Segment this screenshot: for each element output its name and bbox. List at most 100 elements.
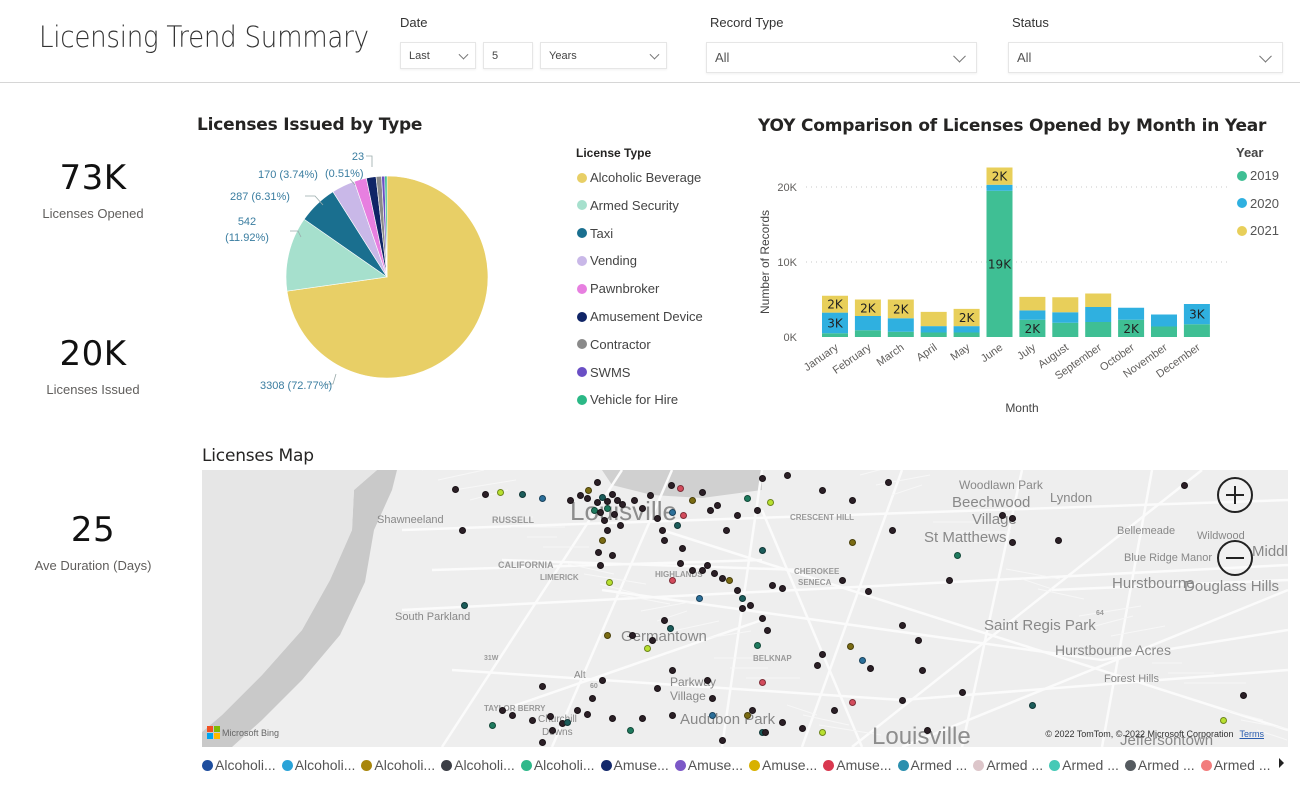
map-legend-item[interactable]: Amuse... <box>674 757 743 773</box>
map-point[interactable] <box>481 490 489 498</box>
legend-item-2021[interactable]: 2021 <box>1237 223 1279 238</box>
map-point[interactable] <box>646 491 654 499</box>
map-point[interactable] <box>658 526 666 534</box>
map-point[interactable] <box>998 511 1006 519</box>
map-point[interactable] <box>743 494 751 502</box>
legend-item-swms[interactable]: SWMS <box>577 365 630 380</box>
legend-item-pawnbroker[interactable]: Pawnbroker <box>577 281 659 296</box>
map-point[interactable] <box>918 666 926 674</box>
map-point[interactable] <box>588 694 596 702</box>
map-point[interactable] <box>451 485 459 493</box>
map-point[interactable] <box>884 478 892 486</box>
map-point[interactable] <box>594 548 602 556</box>
map-point[interactable] <box>753 506 761 514</box>
bar-may-2019[interactable] <box>953 332 980 338</box>
map-legend-item[interactable]: Armed ... <box>973 757 1043 773</box>
legend-item-armed-security[interactable]: Armed Security <box>577 198 679 213</box>
map-point[interactable] <box>608 490 616 498</box>
map-point[interactable] <box>1054 536 1062 544</box>
map-point[interactable] <box>722 526 730 534</box>
map-point[interactable] <box>660 536 668 544</box>
map-point[interactable] <box>703 561 711 569</box>
map-point[interactable] <box>638 504 646 512</box>
map-point[interactable] <box>945 576 953 584</box>
legend-item-taxi[interactable]: Taxi <box>577 226 613 241</box>
map-point[interactable] <box>725 576 733 584</box>
map-legend-item[interactable]: Armed ... <box>1200 757 1271 773</box>
map-point[interactable] <box>1008 514 1016 522</box>
bar-june-2020[interactable] <box>986 184 1013 191</box>
map-point[interactable] <box>538 494 546 502</box>
map-point[interactable] <box>676 484 684 492</box>
map-point[interactable] <box>598 536 606 544</box>
legend-item-amusement-device[interactable]: Amusement Device <box>577 309 703 324</box>
map-point[interactable] <box>496 488 504 496</box>
map-point[interactable] <box>733 586 741 594</box>
map-point[interactable] <box>668 666 676 674</box>
legend-next-arrow-icon[interactable] <box>1279 758 1284 768</box>
bar-december-2019[interactable] <box>1183 324 1210 337</box>
date-period-select[interactable]: Last <box>400 42 476 69</box>
bar-september-2019[interactable] <box>1085 322 1112 337</box>
map-point[interactable] <box>626 726 634 734</box>
map-point[interactable] <box>618 500 626 508</box>
map-point[interactable] <box>678 544 686 552</box>
map-point[interactable] <box>778 718 786 726</box>
map-legend-item[interactable]: Armed ... <box>1124 757 1195 773</box>
map-point[interactable] <box>660 616 668 624</box>
map-point[interactable] <box>858 656 866 664</box>
map-point[interactable] <box>718 736 726 744</box>
map-point[interactable] <box>538 738 546 746</box>
map-point[interactable] <box>708 711 716 719</box>
map-point[interactable] <box>733 511 741 519</box>
map-point[interactable] <box>888 526 896 534</box>
map-point[interactable] <box>458 526 466 534</box>
bar-august-2020[interactable] <box>1052 312 1079 323</box>
map-point[interactable] <box>673 521 681 529</box>
bar-april-2019[interactable] <box>920 332 947 338</box>
map-point[interactable] <box>923 726 931 734</box>
legend-item-vehicle-for-hire[interactable]: Vehicle for Hire <box>577 392 678 407</box>
map-point[interactable] <box>596 508 604 516</box>
map-point[interactable] <box>813 661 821 669</box>
map-point[interactable] <box>616 521 624 529</box>
map-point[interactable] <box>498 706 506 714</box>
map-point[interactable] <box>603 497 611 505</box>
map-point[interactable] <box>848 538 856 546</box>
map-point[interactable] <box>643 644 651 652</box>
map-legend-item[interactable]: Amuse... <box>823 757 892 773</box>
map-point[interactable] <box>898 696 906 704</box>
map-point[interactable] <box>763 626 771 634</box>
map-point[interactable] <box>1028 701 1036 709</box>
map-point[interactable] <box>538 682 546 690</box>
map-point[interactable] <box>1180 481 1188 489</box>
bar-august-2021[interactable] <box>1052 297 1079 313</box>
zoom-in-button[interactable] <box>1217 477 1253 513</box>
map-point[interactable] <box>648 636 656 644</box>
map-point[interactable] <box>1219 716 1227 724</box>
map-point[interactable] <box>761 728 769 736</box>
map-point[interactable] <box>1239 691 1247 699</box>
map-point[interactable] <box>603 631 611 639</box>
map-point[interactable] <box>666 624 674 632</box>
map-point[interactable] <box>758 546 766 554</box>
map-point[interactable] <box>668 508 676 516</box>
bar-september-2020[interactable] <box>1085 307 1112 322</box>
map-legend-item[interactable]: Alcoholi... <box>441 757 515 773</box>
map-point[interactable] <box>748 706 756 714</box>
map-point[interactable] <box>766 498 774 506</box>
map-legend-item[interactable]: Amuse... <box>600 757 669 773</box>
map-point[interactable] <box>584 486 592 494</box>
map-legend-item[interactable]: Alcoholi... <box>361 757 435 773</box>
map-point[interactable] <box>548 726 556 734</box>
map-point[interactable] <box>460 601 468 609</box>
map-point[interactable] <box>953 551 961 559</box>
map-point[interactable] <box>758 678 766 686</box>
map-point[interactable] <box>546 712 554 720</box>
map-point[interactable] <box>713 501 721 509</box>
map-point[interactable] <box>746 601 754 609</box>
licenses-map[interactable]: Woodlawn Park Lyndon Beechwood Village Shawn… <box>202 470 1288 747</box>
map-legend-item[interactable]: Alcoholi... <box>520 757 595 773</box>
map-point[interactable] <box>706 506 714 514</box>
map-point[interactable] <box>1008 538 1016 546</box>
